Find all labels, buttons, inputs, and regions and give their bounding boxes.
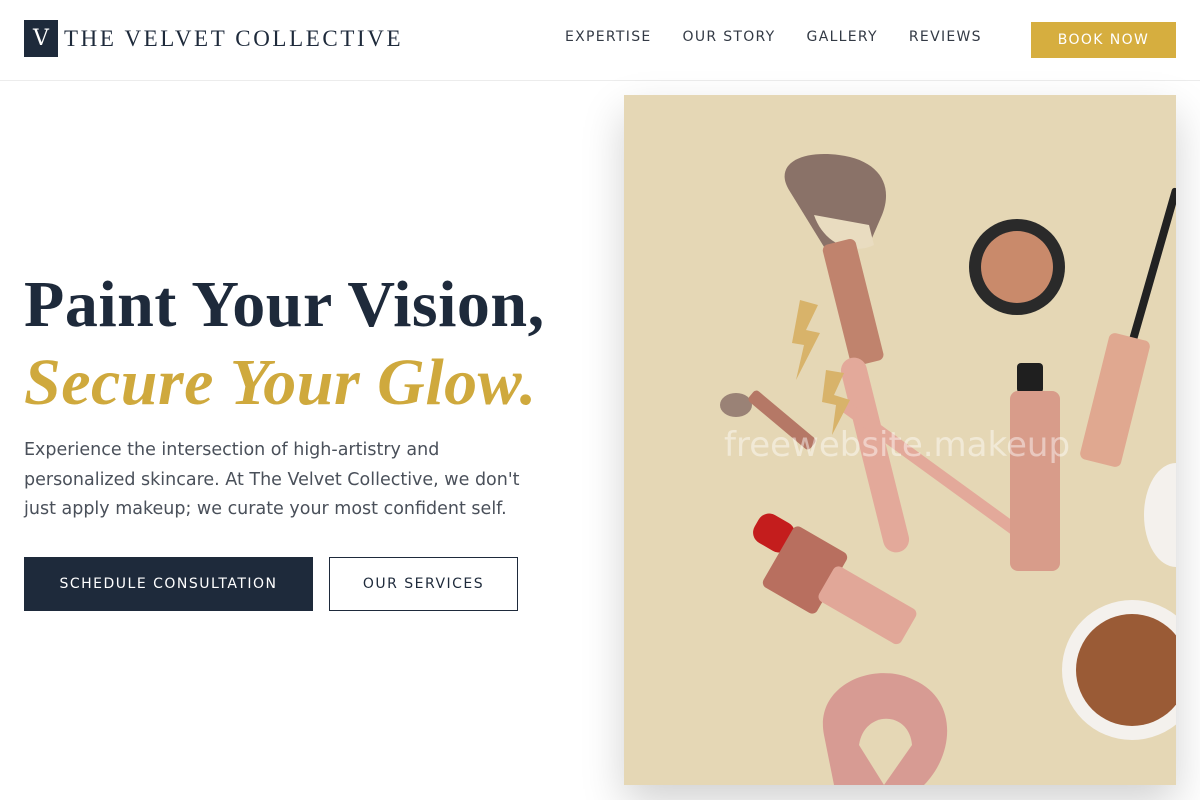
logo[interactable]: V THE VELVET COLLECTIVE <box>24 20 403 57</box>
book-now-button[interactable]: BOOK NOW <box>1031 22 1176 58</box>
main-nav: EXPERTISE OUR STORY GALLERY REVIEWS <box>565 29 982 45</box>
lightning-earring-icon <box>792 300 820 380</box>
nav-item-gallery[interactable]: GALLERY <box>807 29 878 45</box>
hero-image: freewebsite.makeup <box>624 95 1176 785</box>
nav-item-reviews[interactable]: REVIEWS <box>909 29 982 45</box>
scrunchie-icon <box>822 673 948 785</box>
hero-title-line2: Secure Your Glow. <box>24 346 537 419</box>
logo-mark: V <box>24 20 58 57</box>
bronzer-compact-icon <box>1062 463 1176 740</box>
hero-title: Paint Your Vision, Secure Your Glow. <box>24 266 545 422</box>
our-services-button[interactable]: OUR SERVICES <box>329 557 518 611</box>
nav-item-our-story[interactable]: OUR STORY <box>683 29 776 45</box>
image-watermark: freewebsite.makeup <box>724 425 1071 465</box>
nav-item-expertise[interactable]: EXPERTISE <box>565 29 652 45</box>
concealer-tube-icon <box>1010 363 1060 571</box>
schedule-consultation-button[interactable]: SCHEDULE CONSULTATION <box>24 557 313 611</box>
hero-title-line1: Paint Your Vision, <box>24 268 545 341</box>
hero-description: Experience the intersection of high-arti… <box>24 440 520 519</box>
compact-icon <box>969 219 1065 315</box>
site-header: V THE VELVET COLLECTIVE EXPERTISE OUR ST… <box>0 0 1200 81</box>
mascara-icon <box>1080 187 1176 467</box>
brand-name: THE VELVET COLLECTIVE <box>64 25 404 51</box>
